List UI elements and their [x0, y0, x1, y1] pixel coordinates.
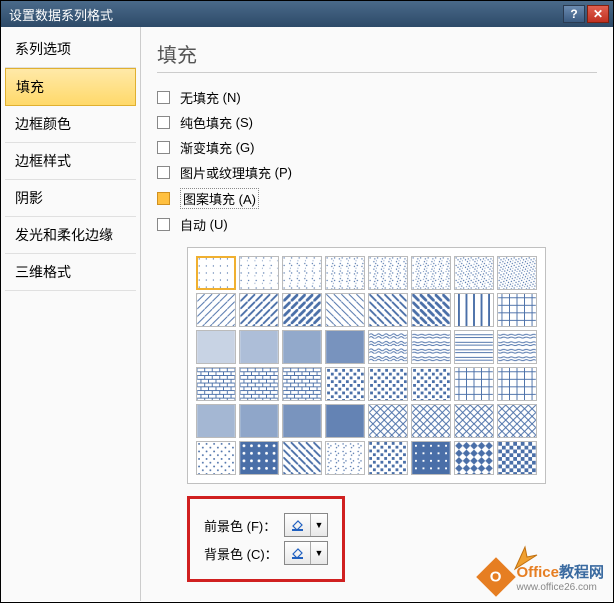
pattern-swatch[interactable]	[282, 441, 322, 475]
radio-auto-fill[interactable]: 自动 (U)	[157, 212, 597, 237]
radio-gradient-fill[interactable]: 渐变填充 (G)	[157, 135, 597, 160]
pattern-swatch[interactable]	[196, 404, 236, 438]
sidebar-item-glow[interactable]: 发光和柔化边缘	[5, 217, 136, 254]
help-button[interactable]: ?	[563, 5, 585, 23]
chevron-down-icon: ▼	[311, 520, 327, 530]
pattern-swatch[interactable]	[368, 441, 408, 475]
radio-icon	[157, 141, 170, 154]
pattern-swatch[interactable]	[497, 441, 537, 475]
radio-icon	[157, 166, 170, 179]
radio-pattern-fill[interactable]: 图案填充 (A)	[157, 185, 597, 212]
dialog-title: 设置数据系列格式	[5, 5, 561, 24]
sidebar-item-border-color[interactable]: 边框颜色	[5, 106, 136, 143]
pattern-swatch[interactable]	[497, 330, 537, 364]
sidebar-item-border-style[interactable]: 边框样式	[5, 143, 136, 180]
category-sidebar: 系列选项 填充 边框颜色 边框样式 阴影 发光和柔化边缘 三维格式	[1, 27, 141, 601]
radio-solid-fill[interactable]: 纯色填充 (S)	[157, 110, 597, 135]
pattern-swatch[interactable]	[497, 367, 537, 401]
pattern-swatch[interactable]	[411, 256, 451, 290]
pattern-swatch[interactable]	[239, 404, 279, 438]
pattern-swatch[interactable]	[325, 367, 365, 401]
pattern-swatch[interactable]	[368, 367, 408, 401]
pattern-swatch[interactable]	[239, 367, 279, 401]
pattern-swatch[interactable]	[411, 404, 451, 438]
foreground-color-row: 前景色 (F)： ▼	[204, 513, 328, 537]
watermark: O Office教程网 www.office26.com	[482, 561, 604, 593]
color-settings-highlight: 前景色 (F)： ▼ 背景色 (C)： ▼	[187, 496, 345, 582]
radio-picture-fill[interactable]: 图片或纹理填充 (P)	[157, 160, 597, 185]
pattern-swatch[interactable]	[239, 330, 279, 364]
pattern-swatch[interactable]	[411, 367, 451, 401]
pattern-swatch[interactable]	[411, 293, 451, 327]
pattern-swatch[interactable]	[497, 256, 537, 290]
background-color-button[interactable]: ▼	[284, 541, 328, 565]
bucket-icon	[285, 542, 311, 564]
pattern-swatch[interactable]	[454, 293, 494, 327]
pattern-swatch[interactable]	[282, 293, 322, 327]
pattern-swatch[interactable]	[497, 293, 537, 327]
pattern-swatch[interactable]	[282, 404, 322, 438]
pattern-swatch[interactable]	[239, 293, 279, 327]
radio-icon	[157, 218, 170, 231]
radio-icon	[157, 116, 170, 129]
pattern-swatch[interactable]	[239, 441, 279, 475]
chevron-down-icon: ▼	[311, 548, 327, 558]
titlebar: 设置数据系列格式 ? ✕	[1, 1, 613, 27]
pattern-swatch[interactable]	[454, 441, 494, 475]
pattern-swatch[interactable]	[282, 367, 322, 401]
divider	[157, 72, 597, 73]
foreground-color-button[interactable]: ▼	[284, 513, 328, 537]
pattern-swatch[interactable]	[454, 367, 494, 401]
pattern-swatch[interactable]	[368, 404, 408, 438]
radio-icon-selected	[157, 192, 170, 205]
pattern-swatch[interactable]	[282, 256, 322, 290]
pattern-swatch[interactable]	[454, 404, 494, 438]
pattern-swatch[interactable]	[196, 441, 236, 475]
pattern-swatch[interactable]	[368, 293, 408, 327]
bucket-icon	[285, 514, 311, 536]
pattern-swatch[interactable]	[325, 441, 365, 475]
pattern-swatch[interactable]	[282, 330, 322, 364]
pattern-swatch[interactable]	[325, 404, 365, 438]
sidebar-item-series-options[interactable]: 系列选项	[5, 31, 136, 68]
pattern-swatch[interactable]	[411, 441, 451, 475]
pattern-swatch[interactable]	[196, 256, 236, 290]
pattern-swatch[interactable]	[196, 330, 236, 364]
background-color-row: 背景色 (C)： ▼	[204, 541, 328, 565]
radio-icon	[157, 91, 170, 104]
sidebar-item-3d-format[interactable]: 三维格式	[5, 254, 136, 291]
sidebar-item-shadow[interactable]: 阴影	[5, 180, 136, 217]
pattern-swatch[interactable]	[196, 293, 236, 327]
pattern-swatch[interactable]	[411, 330, 451, 364]
pattern-swatch[interactable]	[325, 256, 365, 290]
panel-heading: 填充	[157, 39, 597, 68]
radio-no-fill[interactable]: 无填充 (N)	[157, 85, 597, 110]
pattern-swatch[interactable]	[325, 293, 365, 327]
pattern-swatch[interactable]	[196, 367, 236, 401]
pattern-swatch[interactable]	[239, 256, 279, 290]
dialog-body: 系列选项 填充 边框颜色 边框样式 阴影 发光和柔化边缘 三维格式 填充 无填充…	[1, 27, 613, 601]
pattern-swatch[interactable]	[454, 330, 494, 364]
close-button[interactable]: ✕	[587, 5, 609, 23]
pattern-swatch[interactable]	[454, 256, 494, 290]
pattern-swatch[interactable]	[368, 330, 408, 364]
pattern-swatch[interactable]	[368, 256, 408, 290]
pattern-swatch[interactable]	[325, 330, 365, 364]
pattern-swatch[interactable]	[497, 404, 537, 438]
format-data-series-dialog: 设置数据系列格式 ? ✕ 系列选项 填充 边框颜色 边框样式 阴影 发光和柔化边…	[0, 0, 614, 603]
main-panel: 填充 无填充 (N) 纯色填充 (S) 渐变填充 (G) 图片或纹理填充 (P)…	[141, 27, 613, 601]
watermark-logo-icon: O	[477, 557, 517, 597]
pattern-swatch-grid	[196, 256, 537, 475]
pattern-swatch-panel	[187, 247, 546, 484]
sidebar-item-fill[interactable]: 填充	[5, 68, 136, 106]
